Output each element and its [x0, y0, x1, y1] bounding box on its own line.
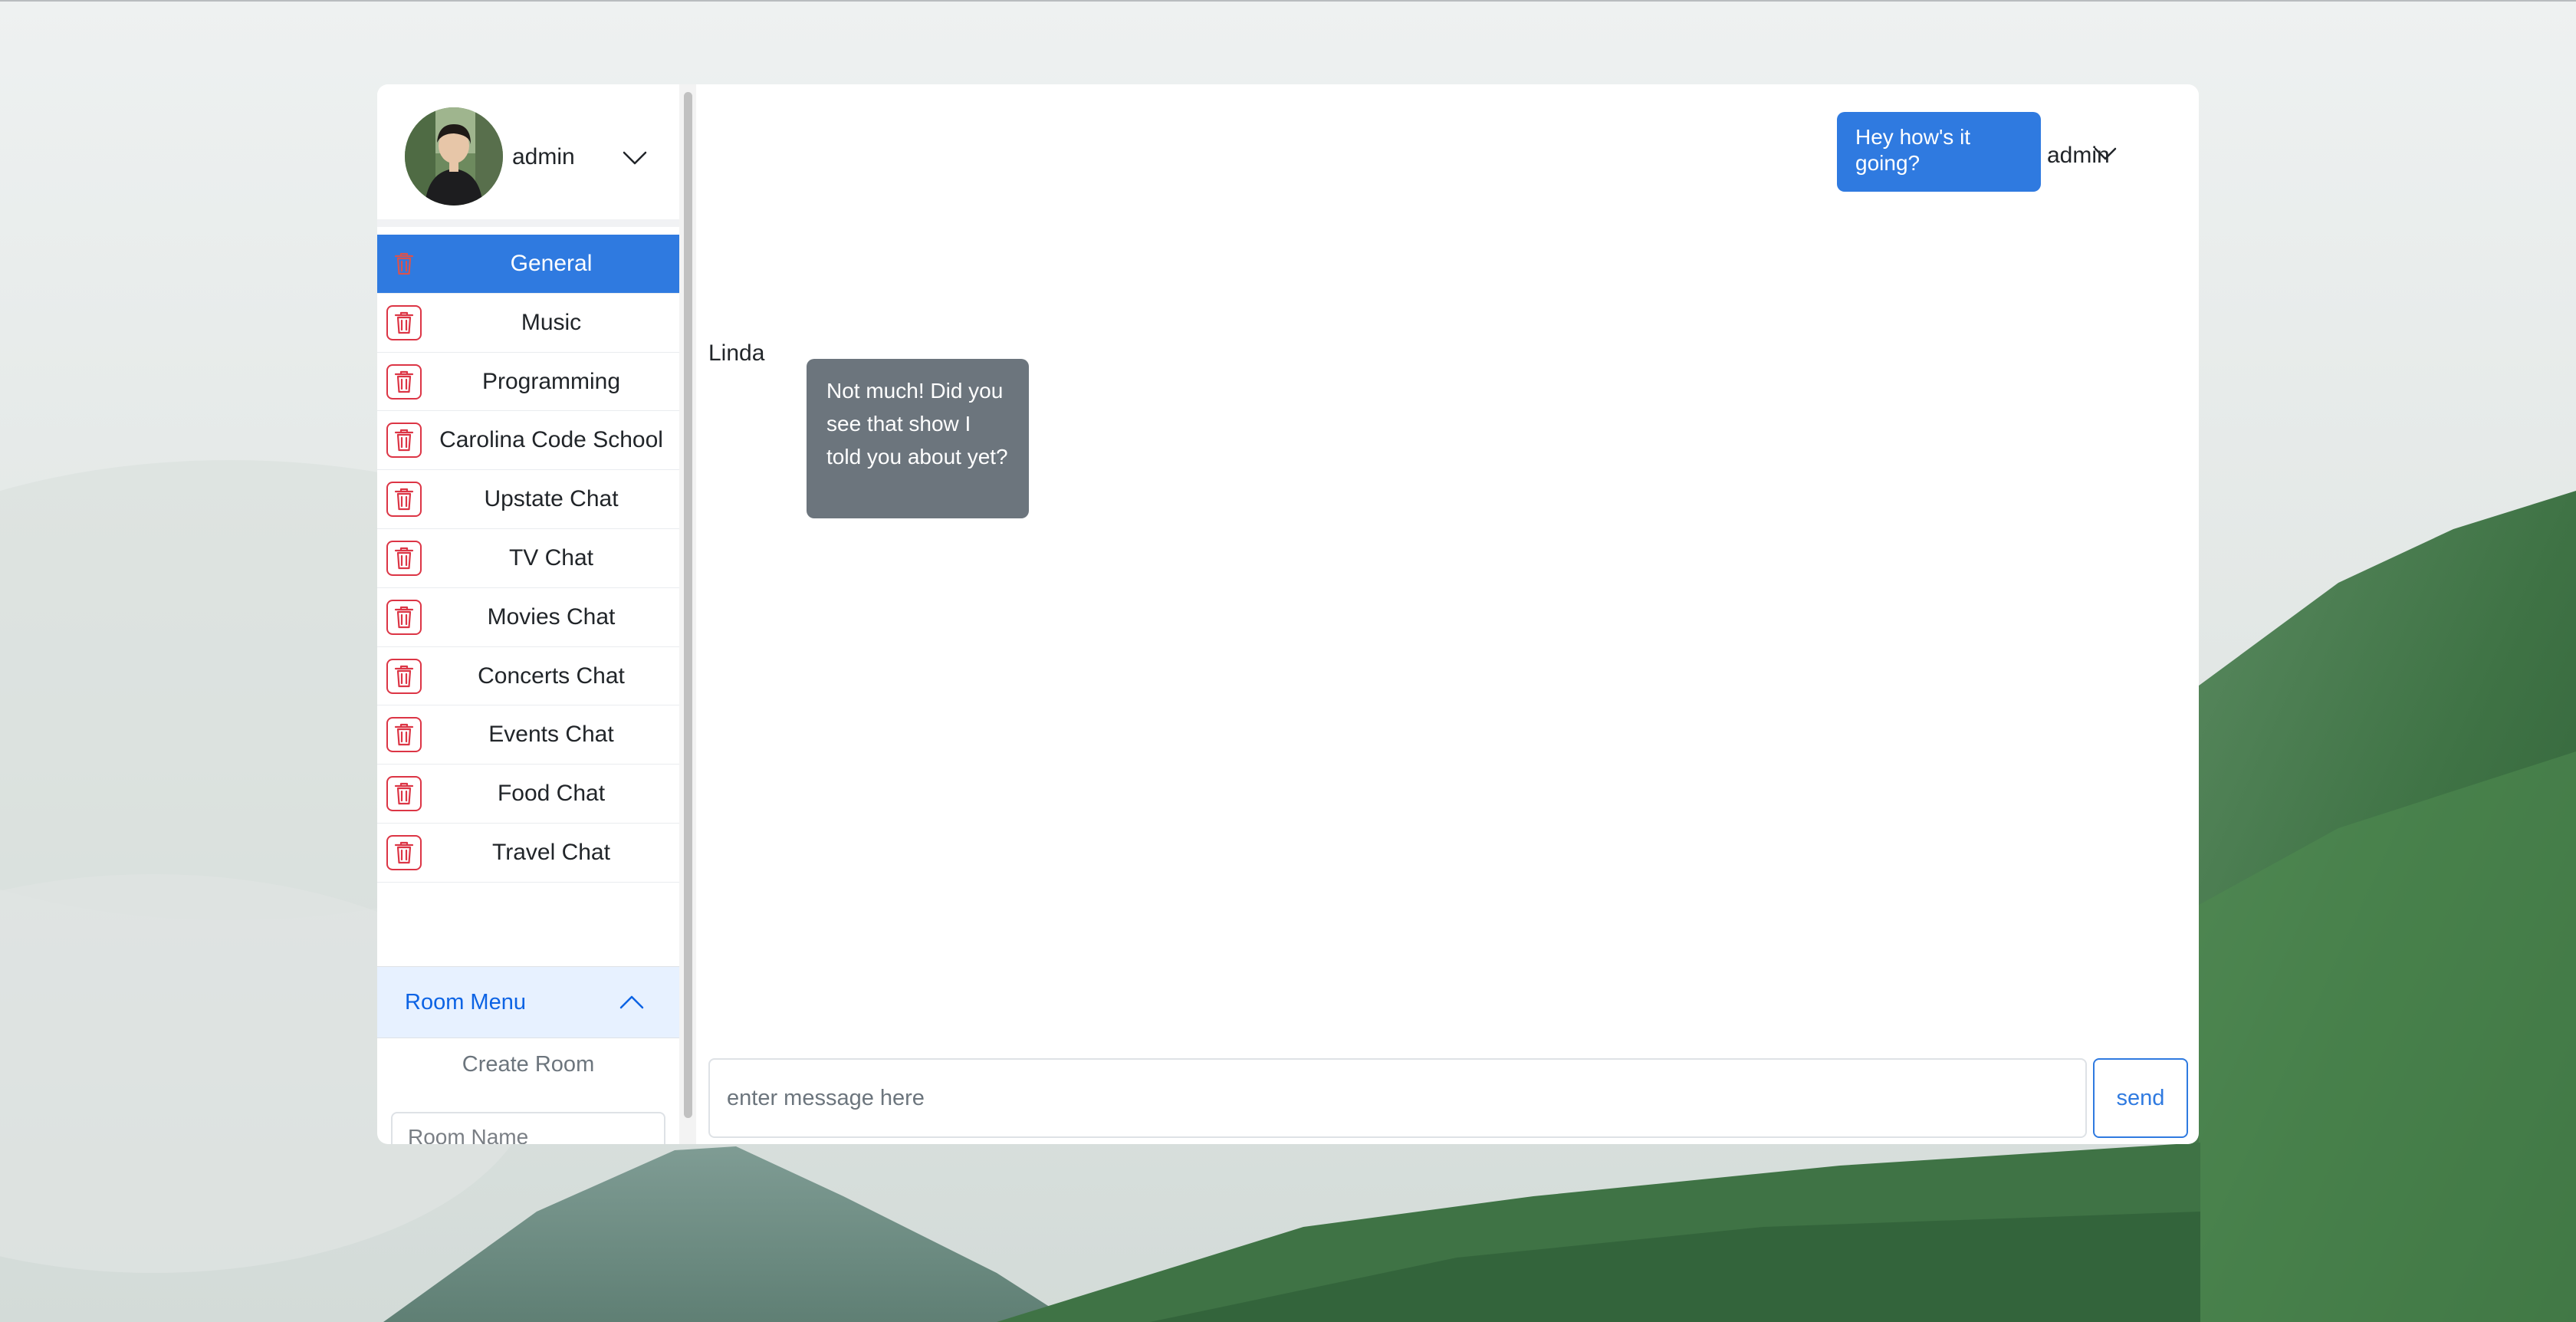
chat-app-window: Hey how's it going? admin Linda Not much… [377, 84, 2199, 1144]
room-menu-label: Room Menu [405, 990, 526, 1015]
room-name-input[interactable] [391, 1112, 665, 1144]
room-item-concerts-chat[interactable]: Concerts Chat [377, 647, 679, 706]
chat-panel: Hey how's it going? admin Linda Not much… [696, 84, 2199, 1144]
avatar [405, 107, 503, 206]
trash-icon[interactable] [386, 599, 422, 635]
trash-icon[interactable] [386, 717, 422, 753]
room-label: TV Chat [508, 544, 594, 571]
room-label: Upstate Chat [484, 486, 619, 512]
trash-icon[interactable] [386, 423, 422, 459]
trash-icon[interactable] [386, 658, 422, 694]
room-item-food-chat[interactable]: Food Chat [377, 765, 679, 824]
create-room-title: Create Room [462, 1052, 595, 1077]
room-label: Travel Chat [492, 839, 610, 865]
message-input[interactable] [708, 1058, 2087, 1138]
chevron-down-icon[interactable] [2091, 140, 2119, 167]
room-menu-accordion-toggle[interactable]: Room Menu [377, 966, 679, 1038]
user-avatar-photo [405, 107, 503, 206]
room-item-music[interactable]: Music [377, 294, 679, 353]
room-item-tv-chat[interactable]: TV Chat [377, 529, 679, 588]
current-user-name: admin [512, 144, 575, 169]
sidebar-scrollbar-thumb[interactable] [684, 92, 692, 1118]
user-header: admin [377, 84, 679, 227]
message-bubble-outgoing: Hey how's it going? [1837, 112, 2041, 192]
room-list: General Music Programming Carolina Code … [377, 235, 679, 883]
trash-icon[interactable] [386, 304, 422, 340]
send-button[interactable]: send [2093, 1058, 2188, 1138]
message-bubble-incoming: Not much! Did you see that show I told y… [807, 359, 1029, 518]
room-label: Movies Chat [487, 603, 616, 630]
trash-icon[interactable] [386, 246, 422, 281]
trash-icon[interactable] [386, 776, 422, 812]
room-item-travel-chat[interactable]: Travel Chat [377, 824, 679, 883]
trash-icon[interactable] [386, 834, 422, 870]
room-label: Programming [481, 368, 621, 394]
room-item-events-chat[interactable]: Events Chat [377, 705, 679, 765]
room-item-carolina-code-school[interactable]: Carolina Code School [377, 411, 679, 471]
chevron-up-icon [619, 995, 644, 1009]
trash-icon[interactable] [386, 363, 422, 400]
window-top-border [0, 0, 2576, 2]
room-label: Carolina Code School [439, 427, 663, 453]
room-label: General [510, 251, 593, 276]
room-item-movies-chat[interactable]: Movies Chat [377, 588, 679, 647]
trash-icon[interactable] [386, 540, 422, 576]
room-label: Concerts Chat [478, 663, 625, 689]
room-label: Music [521, 309, 582, 335]
trash-icon[interactable] [386, 482, 422, 518]
room-item-upstate-chat[interactable]: Upstate Chat [377, 470, 679, 529]
room-item-programming[interactable]: Programming [377, 353, 679, 412]
room-item-general[interactable]: General [377, 235, 679, 294]
chevron-down-icon[interactable] [619, 143, 650, 173]
message-author-linda: Linda [708, 340, 765, 366]
room-label: Events Chat [488, 722, 614, 748]
sidebar: admin General Music Programming Carolina… [377, 84, 679, 1144]
room-label: Food Chat [497, 781, 606, 807]
